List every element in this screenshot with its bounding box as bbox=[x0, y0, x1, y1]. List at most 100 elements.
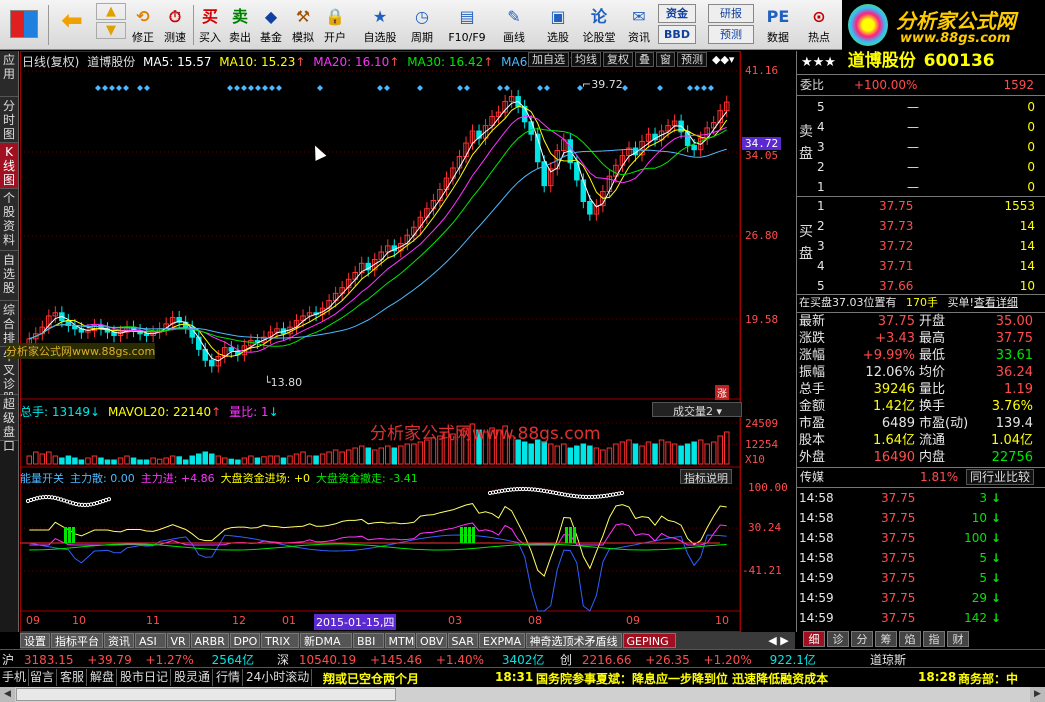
left-tab-0[interactable]: 应用应用 bbox=[0, 51, 18, 97]
industry-name[interactable]: 传媒 bbox=[800, 470, 824, 484]
indicator-tab[interactable]: OBV bbox=[416, 633, 447, 648]
toolbar-data-button[interactable]: PE 数据 bbox=[758, 2, 798, 48]
right-tab-4[interactable]: 焰 bbox=[899, 631, 921, 647]
sell-order-row[interactable]: 2 — 0 bbox=[817, 159, 1045, 175]
toolbar-fund-button[interactable]: ◆ 基金 bbox=[256, 2, 286, 48]
index-item[interactable]: 创 2216.66 +26.35 +1.20% 922.1亿 bbox=[560, 651, 816, 668]
volume-bar bbox=[306, 455, 313, 465]
index-item[interactable]: 沪 3183.15 +39.79 +1.27% 2564亿 bbox=[2, 651, 254, 668]
buy-order-row[interactable]: 1 37.75 1553 bbox=[817, 198, 1045, 214]
industry-compare-button[interactable]: 同行业比较 bbox=[966, 469, 1035, 485]
news-shortcut[interactable]: 股市日记 bbox=[118, 669, 172, 686]
left-tab-4[interactable]: 自选股自选股 bbox=[0, 251, 18, 301]
indicator-tab[interactable]: SAR bbox=[447, 633, 478, 648]
news-headline[interactable]: 商务部：中 bbox=[958, 670, 1018, 687]
news-headline[interactable]: 翔或已空仓两个月 bbox=[323, 670, 419, 687]
left-tab-2[interactable]: K线图K线图 bbox=[0, 143, 18, 189]
buy-order-row[interactable]: 3 37.72 14 bbox=[817, 238, 1045, 254]
indicator-tab[interactable]: BBI bbox=[353, 633, 384, 648]
back-button[interactable]: ⬅ bbox=[56, 2, 88, 48]
volume-indicator-dropdown[interactable]: 成交量2 ▾ bbox=[652, 402, 742, 418]
menu-grid-button[interactable] bbox=[4, 2, 44, 48]
indicator-tab[interactable]: ASI bbox=[135, 633, 166, 648]
right-tab-2[interactable]: 分 bbox=[851, 631, 873, 647]
bbd-button[interactable]: BBD bbox=[658, 25, 696, 44]
sell-order-row[interactable]: 1 — 0 bbox=[817, 179, 1045, 195]
horizontal-scrollbar[interactable]: ◀ ▶ bbox=[0, 687, 1045, 702]
news-shortcut[interactable]: 股灵通 bbox=[172, 669, 214, 686]
sell-order-row[interactable]: 5 — 0 bbox=[817, 99, 1045, 115]
sell-order-row[interactable]: 3 — 0 bbox=[817, 139, 1045, 155]
speed-test-button[interactable]: ⏱ 测速 bbox=[160, 2, 190, 48]
chart-button-5[interactable]: 预测 bbox=[677, 52, 707, 67]
toolbar-draw-button[interactable]: ✎ 画线 bbox=[494, 2, 534, 48]
scroll-updown-button[interactable]: ▲ ▼ bbox=[96, 2, 126, 48]
left-tab-1[interactable]: 分时图分时图 bbox=[0, 97, 18, 143]
sell-order-row[interactable]: 4 — 0 bbox=[817, 119, 1045, 135]
notice-link[interactable]: 查看详细 bbox=[974, 296, 1018, 309]
news-shortcut[interactable]: 客服 bbox=[58, 669, 88, 686]
buy-order-row[interactable]: 4 37.71 14 bbox=[817, 258, 1045, 274]
volume-bar bbox=[124, 455, 130, 465]
indicator-help-button[interactable]: 指标说明 bbox=[680, 469, 732, 485]
forecast-button[interactable]: 预测 bbox=[708, 25, 754, 44]
indicator-tab[interactable]: DPO bbox=[229, 633, 260, 648]
chart-button-0[interactable]: 加自选 bbox=[528, 52, 569, 67]
indicator-tab[interactable]: GEPING bbox=[622, 633, 676, 648]
news-shortcut[interactable]: 24小时滚动 bbox=[244, 669, 313, 686]
toolbar-sim-button[interactable]: ⚒ 模拟 bbox=[288, 2, 318, 48]
news-shortcut[interactable]: 留言 bbox=[28, 669, 58, 686]
left-tab-7[interactable]: 超级盘口超级盘口 bbox=[0, 395, 18, 453]
correction-button[interactable]: ⟲ 修正 bbox=[128, 2, 158, 48]
toolbar-sell-button[interactable]: 卖 卖出 bbox=[226, 2, 254, 48]
left-tab-3[interactable]: 个股资料个股资料 bbox=[0, 189, 18, 251]
indicator-tab[interactable]: VR bbox=[166, 633, 190, 648]
toolbar-open-button[interactable]: 🔒 开户 bbox=[320, 2, 350, 48]
toolbar-select-button[interactable]: ▣ 选股 bbox=[538, 2, 578, 48]
news-shortcut[interactable]: 行情 bbox=[214, 669, 244, 686]
indicator-tab[interactable]: EXPMA bbox=[479, 633, 525, 648]
indicator-tab[interactable]: MTM bbox=[384, 633, 415, 648]
toolbar-info-button[interactable]: ✉ 资讯 bbox=[622, 2, 656, 48]
toolbar-watch-button[interactable]: ★ 自选股 bbox=[360, 2, 400, 48]
toolbar-forum-button[interactable]: 论 论股堂 bbox=[580, 2, 618, 48]
indicator-tab[interactable]: ARBR bbox=[190, 633, 229, 648]
funds-button[interactable]: 资金 bbox=[658, 4, 696, 23]
news-headline[interactable]: 国务院参事夏斌：降息应一步降到位 迅速降低融资成本 bbox=[536, 670, 828, 687]
chart-button-1[interactable]: 均线 bbox=[571, 52, 601, 67]
research-report-button[interactable]: 研报 bbox=[708, 4, 754, 23]
scroll-left-icon[interactable]: ◀ bbox=[0, 687, 15, 702]
period-label[interactable]: 日线(复权) bbox=[22, 55, 79, 69]
toolbar-f10-button[interactable]: ▤ F10/F9 bbox=[444, 2, 490, 48]
news-shortcut[interactable]: 解盘 bbox=[88, 669, 118, 686]
right-tab-3[interactable]: 筹 bbox=[875, 631, 897, 647]
left-tab-5[interactable]: 综合排名综合排名 bbox=[0, 301, 18, 359]
indicator-tab[interactable]: 神奇选顶术矛盾线 bbox=[525, 633, 622, 648]
indicator-tab[interactable]: 资讯 bbox=[104, 633, 134, 648]
kline-chart-svg[interactable] bbox=[20, 51, 795, 632]
indicator-tab[interactable]: 指标平台 bbox=[51, 633, 103, 648]
scroll-right-icon[interactable]: ▶ bbox=[1030, 687, 1045, 702]
news-shortcut[interactable]: 手机 bbox=[0, 669, 30, 686]
indicator-tab[interactable]: 新DMA bbox=[300, 633, 352, 648]
index-item[interactable]: 深 10540.19 +145.46 +1.40% 3402亿 bbox=[277, 651, 544, 668]
chart-button-4[interactable]: 窗 bbox=[656, 52, 675, 67]
buy-order-row[interactable]: 2 37.73 14 bbox=[817, 218, 1045, 234]
buy-order-row[interactable]: 5 37.66 10 bbox=[817, 278, 1045, 294]
indicator-tab[interactable]: 设置 bbox=[20, 633, 50, 648]
tab-scroll-arrows[interactable]: ◀ ▶ bbox=[762, 632, 795, 649]
chart-arrows-icon[interactable]: ◆◆▾ bbox=[712, 53, 734, 66]
toolbar-hot-button[interactable]: ⊙ 热点 bbox=[800, 2, 838, 48]
kline-chart-area[interactable]: 日线(复权) 道博股份 MA5: 15.57 MA10: 15.23↑ MA20… bbox=[6, 51, 795, 632]
right-tab-0[interactable]: 细 bbox=[803, 631, 825, 647]
index-name[interactable]: 道琼斯 bbox=[870, 651, 906, 668]
indicator-tab[interactable]: TRIX bbox=[261, 633, 299, 648]
chart-button-3[interactable]: 叠 bbox=[635, 52, 654, 67]
right-tab-5[interactable]: 指 bbox=[923, 631, 945, 647]
right-tab-6[interactable]: 财 bbox=[947, 631, 969, 647]
toolbar-period-button[interactable]: ◷ 周期 bbox=[404, 2, 440, 48]
scroll-thumb[interactable] bbox=[16, 688, 396, 701]
toolbar-buy-button[interactable]: 买 买入 bbox=[196, 2, 224, 48]
right-tab-1[interactable]: 诊 bbox=[827, 631, 849, 647]
chart-button-2[interactable]: 复权 bbox=[603, 52, 633, 67]
